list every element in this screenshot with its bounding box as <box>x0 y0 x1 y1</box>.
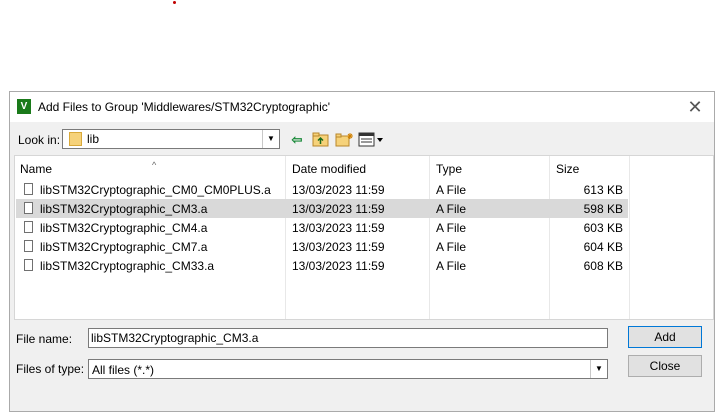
file-name: libSTM32Cryptographic_CM0_CM0PLUS.a <box>40 183 271 197</box>
file-date: 13/03/2023 11:59 <box>292 183 385 197</box>
files-of-type-value: All files (*.*) <box>92 363 155 377</box>
chevron-down-icon[interactable]: ▼ <box>590 360 607 378</box>
file-icon <box>24 240 33 252</box>
file-type: A File <box>436 240 467 254</box>
column-header-date[interactable]: Date modified <box>292 162 366 176</box>
file-type: A File <box>436 202 467 216</box>
column-header-size[interactable]: Size <box>556 162 579 176</box>
add-files-dialog: V Add Files to Group 'Middlewares/STM32C… <box>9 91 715 412</box>
file-date: 13/03/2023 11:59 <box>292 240 385 254</box>
close-icon[interactable]: ✕ <box>684 96 706 118</box>
file-date: 13/03/2023 11:59 <box>292 259 385 273</box>
file-size: 598 KB <box>583 202 623 216</box>
dialog-title: Add Files to Group 'Middlewares/STM32Cry… <box>38 100 331 114</box>
file-row[interactable]: libSTM32Cryptographic_CM33.a 13/03/2023 … <box>16 256 628 275</box>
file-date: 13/03/2023 11:59 <box>292 202 385 216</box>
file-size: 608 KB <box>583 259 623 273</box>
file-name: libSTM32Cryptographic_CM3.a <box>40 202 208 216</box>
look-in-value: lib <box>87 132 100 146</box>
file-list[interactable]: ^ Name Date modified Type Size libSTM32C… <box>14 155 714 320</box>
folder-icon <box>69 132 82 146</box>
file-type: A File <box>436 183 467 197</box>
file-size: 604 KB <box>583 240 623 254</box>
file-name: libSTM32Cryptographic_CM33.a <box>40 259 215 273</box>
file-row[interactable]: libSTM32Cryptographic_CM0_CM0PLUS.a 13/0… <box>16 180 628 199</box>
chevron-down-icon[interactable]: ▼ <box>262 130 279 148</box>
look-in-label: Look in: <box>18 133 61 147</box>
close-button[interactable]: Close <box>628 355 702 377</box>
files-of-type-select[interactable]: All files (*.*) ▼ <box>88 359 608 379</box>
view-menu-icon[interactable] <box>358 132 384 148</box>
up-folder-icon[interactable] <box>311 132 329 148</box>
look-in-combo[interactable]: lib ▼ <box>62 129 280 149</box>
file-type: A File <box>436 221 467 235</box>
file-name: libSTM32Cryptographic_CM4.a <box>40 221 208 235</box>
add-button[interactable]: Add <box>628 326 702 348</box>
app-logo-icon: V <box>17 99 31 114</box>
file-icon <box>24 202 33 214</box>
column-header-type[interactable]: Type <box>436 162 462 176</box>
column-divider <box>629 156 630 319</box>
sort-ascending-icon: ^ <box>152 160 157 170</box>
title-bar[interactable]: V Add Files to Group 'Middlewares/STM32C… <box>10 92 714 122</box>
file-name-label: File name: <box>16 332 73 346</box>
red-dot-marker <box>173 1 176 4</box>
file-icon <box>24 183 33 195</box>
file-name-input[interactable] <box>88 328 608 348</box>
files-of-type-label: Files of type: <box>16 362 85 376</box>
file-row[interactable]: libSTM32Cryptographic_CM7.a 13/03/2023 1… <box>16 237 628 256</box>
new-folder-icon[interactable] <box>334 132 354 148</box>
file-date: 13/03/2023 11:59 <box>292 221 385 235</box>
file-row[interactable]: libSTM32Cryptographic_CM4.a 13/03/2023 1… <box>16 218 628 237</box>
back-arrow-icon[interactable]: ⇦ <box>289 132 305 148</box>
column-header-name[interactable]: ^ Name <box>20 160 156 176</box>
file-type: A File <box>436 259 467 273</box>
file-row[interactable]: libSTM32Cryptographic_CM3.a 13/03/2023 1… <box>16 199 628 218</box>
file-size: 613 KB <box>583 183 623 197</box>
file-icon <box>24 259 33 271</box>
file-size: 603 KB <box>583 221 623 235</box>
file-name: libSTM32Cryptographic_CM7.a <box>40 240 208 254</box>
file-icon <box>24 221 33 233</box>
